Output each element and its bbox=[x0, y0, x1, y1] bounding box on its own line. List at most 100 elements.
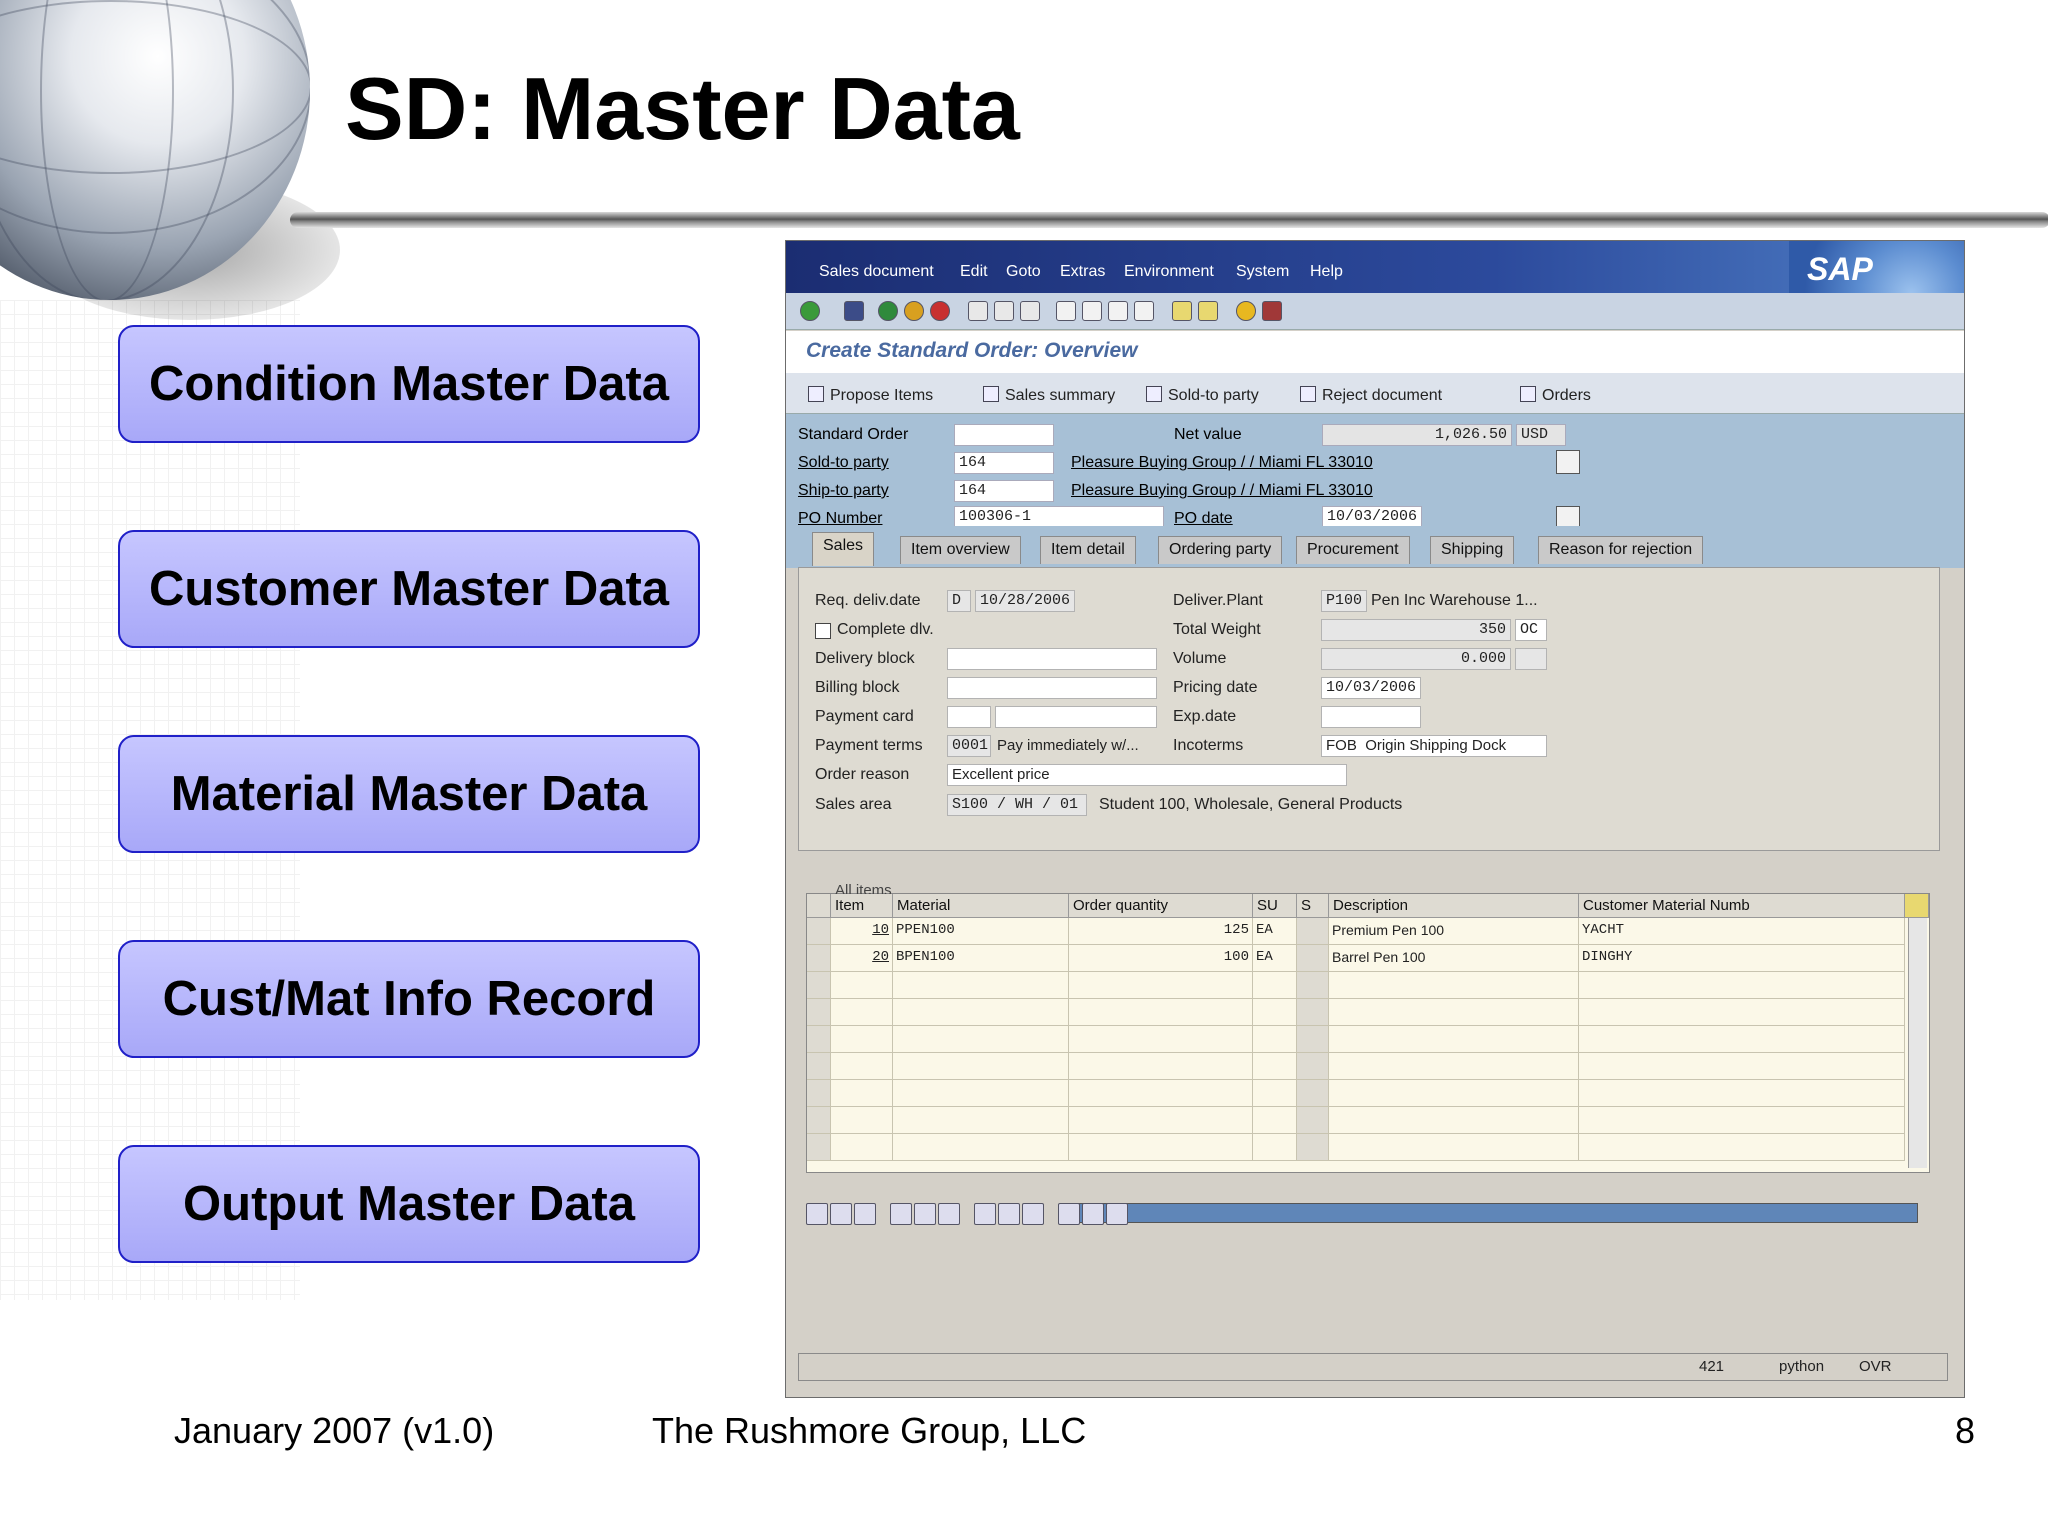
row-selector[interactable] bbox=[807, 945, 831, 972]
empty-cell[interactable] bbox=[1329, 1080, 1579, 1107]
availability-check-icon[interactable] bbox=[1058, 1203, 1080, 1225]
empty-cell[interactable] bbox=[1579, 1134, 1905, 1161]
sold-to-party-button[interactable]: Sold-to party bbox=[1142, 384, 1263, 407]
previous-page-icon[interactable] bbox=[1082, 301, 1102, 321]
empty-cell[interactable] bbox=[1329, 1053, 1579, 1080]
customer-material-cell[interactable]: YACHT bbox=[1579, 918, 1905, 945]
tab-ordering-party[interactable]: Ordering party bbox=[1158, 536, 1283, 564]
empty-cell[interactable] bbox=[807, 1134, 831, 1161]
exp-date-field[interactable] bbox=[1321, 706, 1421, 728]
exit-icon[interactable] bbox=[904, 301, 924, 321]
next-page-icon[interactable] bbox=[1108, 301, 1128, 321]
payment-terms-field[interactable]: 0001 bbox=[947, 735, 991, 757]
description-cell[interactable]: Premium Pen 100 bbox=[1329, 918, 1579, 945]
help-icon[interactable] bbox=[1236, 301, 1256, 321]
item-number-cell[interactable]: 10 bbox=[831, 918, 893, 945]
description-cell[interactable]: Barrel Pen 100 bbox=[1329, 945, 1579, 972]
empty-cell[interactable] bbox=[1253, 972, 1297, 999]
empty-cell[interactable] bbox=[831, 972, 893, 999]
product-selection-icon[interactable] bbox=[1082, 1203, 1104, 1225]
output-master-data-button[interactable]: Output Master Data bbox=[118, 1145, 700, 1263]
empty-cell[interactable] bbox=[1329, 1026, 1579, 1053]
column-header-su[interactable]: SU bbox=[1253, 894, 1297, 918]
reject-document-button[interactable]: Reject document bbox=[1296, 384, 1446, 407]
empty-cell[interactable] bbox=[1297, 1053, 1329, 1080]
item-texts-icon[interactable] bbox=[938, 1203, 960, 1225]
empty-cell[interactable] bbox=[1069, 972, 1253, 999]
empty-cell[interactable] bbox=[1069, 1080, 1253, 1107]
empty-cell[interactable] bbox=[1297, 972, 1329, 999]
print-icon[interactable] bbox=[968, 301, 988, 321]
empty-cell[interactable] bbox=[1069, 1026, 1253, 1053]
column-header-description[interactable]: Description bbox=[1329, 894, 1579, 918]
column-header-customer-material[interactable]: Customer Material Numb bbox=[1579, 894, 1905, 918]
empty-cell[interactable] bbox=[1069, 1107, 1253, 1134]
tab-item-detail[interactable]: Item detail bbox=[1040, 536, 1136, 564]
incoterms-field[interactable]: FOB Origin Shipping Dock bbox=[1321, 735, 1547, 757]
layout-menu-icon[interactable] bbox=[1262, 301, 1282, 321]
menu-goto[interactable]: Goto bbox=[1006, 263, 1041, 281]
payment-card-field[interactable] bbox=[947, 706, 991, 728]
payment-card-number-field[interactable] bbox=[995, 706, 1157, 728]
create-session-icon[interactable] bbox=[1172, 301, 1192, 321]
empty-cell[interactable] bbox=[1579, 972, 1905, 999]
empty-cell[interactable] bbox=[893, 1134, 1069, 1161]
empty-cell[interactable] bbox=[1297, 1080, 1329, 1107]
propose-items-button[interactable]: Propose Items bbox=[804, 384, 937, 407]
empty-cell[interactable] bbox=[1579, 1026, 1905, 1053]
delivery-block-field[interactable] bbox=[947, 648, 1157, 670]
empty-cell[interactable] bbox=[831, 1134, 893, 1161]
empty-cell[interactable] bbox=[1579, 1053, 1905, 1080]
pricing-date-field[interactable]: 10/03/2006 bbox=[1321, 677, 1421, 699]
tab-reason-for-rejection[interactable]: Reason for rejection bbox=[1538, 536, 1704, 564]
customer-material-cell[interactable]: DINGHY bbox=[1579, 945, 1905, 972]
complete-dlv-checkbox[interactable] bbox=[815, 623, 831, 639]
empty-cell[interactable] bbox=[831, 1053, 893, 1080]
empty-cell[interactable] bbox=[1297, 999, 1329, 1026]
order-reason-field[interactable]: Excellent price bbox=[947, 764, 1347, 786]
first-page-icon[interactable] bbox=[1056, 301, 1076, 321]
delete-item-icon[interactable] bbox=[854, 1203, 876, 1225]
row-selector[interactable] bbox=[807, 918, 831, 945]
orders-button[interactable]: Orders bbox=[1516, 384, 1595, 407]
sold-to-party-description[interactable]: Pleasure Buying Group / / Miami FL 33010 bbox=[1071, 454, 1373, 472]
configuration-icon[interactable] bbox=[974, 1203, 996, 1225]
empty-cell[interactable] bbox=[1297, 1107, 1329, 1134]
po-number-field[interactable]: 100306-1 bbox=[954, 506, 1164, 528]
menu-environment[interactable]: Environment bbox=[1124, 263, 1214, 281]
su-cell[interactable]: EA bbox=[1253, 945, 1297, 972]
ship-to-party-field[interactable]: 164 bbox=[954, 480, 1054, 502]
empty-cell[interactable] bbox=[831, 1107, 893, 1134]
empty-cell[interactable] bbox=[1297, 1026, 1329, 1053]
menu-help[interactable]: Help bbox=[1310, 263, 1343, 281]
back-icon[interactable] bbox=[878, 301, 898, 321]
empty-cell[interactable] bbox=[807, 1107, 831, 1134]
empty-cell[interactable] bbox=[1329, 1107, 1579, 1134]
enter-icon[interactable] bbox=[800, 301, 820, 321]
empty-cell[interactable] bbox=[1253, 1053, 1297, 1080]
empty-cell[interactable] bbox=[1329, 999, 1579, 1026]
empty-cell[interactable] bbox=[1297, 1134, 1329, 1161]
standard-order-field[interactable] bbox=[954, 424, 1054, 446]
save-icon[interactable] bbox=[844, 301, 864, 321]
item-number-cell[interactable]: 20 bbox=[831, 945, 893, 972]
condition-master-data-button[interactable]: Condition Master Data bbox=[118, 325, 700, 443]
last-page-icon[interactable] bbox=[1134, 301, 1154, 321]
sold-to-party-label[interactable]: Sold-to party bbox=[798, 454, 889, 472]
empty-cell[interactable] bbox=[1253, 1134, 1297, 1161]
empty-cell[interactable] bbox=[1253, 999, 1297, 1026]
empty-cell[interactable] bbox=[1253, 1026, 1297, 1053]
quantity-cell[interactable]: 125 bbox=[1069, 918, 1253, 945]
tab-procurement[interactable]: Procurement bbox=[1296, 536, 1410, 564]
row-selector-header[interactable] bbox=[807, 894, 831, 918]
empty-cell[interactable] bbox=[807, 972, 831, 999]
item-conditions-icon[interactable] bbox=[890, 1203, 912, 1225]
tab-item-overview[interactable]: Item overview bbox=[900, 536, 1021, 564]
empty-cell[interactable] bbox=[893, 1053, 1069, 1080]
customer-master-data-button[interactable]: Customer Master Data bbox=[118, 530, 700, 648]
empty-cell[interactable] bbox=[807, 1026, 831, 1053]
empty-cell[interactable] bbox=[807, 1080, 831, 1107]
empty-cell[interactable] bbox=[893, 1107, 1069, 1134]
column-header-material[interactable]: Material bbox=[893, 894, 1069, 918]
empty-cell[interactable] bbox=[1329, 1134, 1579, 1161]
